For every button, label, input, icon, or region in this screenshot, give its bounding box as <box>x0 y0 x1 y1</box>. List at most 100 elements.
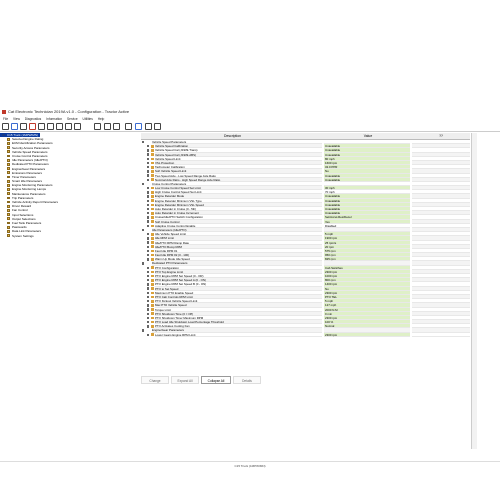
folder-icon <box>7 225 10 229</box>
row-checkbox[interactable] <box>147 258 150 261</box>
wrench-icon[interactable] <box>104 123 111 130</box>
app-logo-icon <box>2 110 6 114</box>
row-checkbox[interactable] <box>147 316 150 320</box>
menu-help[interactable]: Help <box>98 117 105 121</box>
collapse-toggle-icon[interactable] <box>142 182 145 186</box>
print-icon[interactable] <box>2 123 9 130</box>
tools-icon[interactable] <box>113 123 120 130</box>
row-checkbox[interactable] <box>147 174 150 177</box>
flash-icon[interactable] <box>94 123 101 130</box>
collapse-toggle-icon[interactable] <box>142 228 145 232</box>
row-checkbox[interactable] <box>147 203 150 207</box>
menu-view[interactable]: View <box>13 117 20 121</box>
row-checkbox[interactable] <box>147 207 150 211</box>
row-checkbox[interactable] <box>147 308 150 311</box>
change-button[interactable]: Change <box>141 376 169 384</box>
row-checkbox[interactable] <box>147 333 150 336</box>
folder-icon <box>7 175 10 179</box>
menu-utilities[interactable]: Utilities <box>83 117 93 121</box>
details-button[interactable]: Details <box>233 376 261 384</box>
folder-icon <box>7 209 10 212</box>
row-checkbox[interactable] <box>147 191 150 194</box>
row-checkbox[interactable] <box>147 325 150 328</box>
row-checkbox[interactable] <box>147 237 150 240</box>
expand-all-button[interactable]: Expand All <box>171 376 199 384</box>
folder-icon <box>7 158 10 162</box>
ecm-summary-icon[interactable] <box>20 123 27 130</box>
logged-codes-icon[interactable] <box>38 123 45 130</box>
row-checkbox[interactable] <box>147 157 150 161</box>
table-row[interactable]: Lower Gears Engine RPM Limit 2300 rpm <box>141 332 470 337</box>
row-checkbox[interactable] <box>147 291 150 295</box>
parameter-tree: C15 Truck (1MPWIMN) Selected Engine Ratin… <box>0 133 140 453</box>
collapse-all-button[interactable]: Collapse All <box>201 376 231 384</box>
menu-file[interactable]: File <box>3 117 8 121</box>
column-header-extra[interactable]: ?? <box>412 133 470 140</box>
collapse-toggle-icon[interactable] <box>142 329 145 332</box>
row-checkbox[interactable] <box>147 295 150 299</box>
row-description: Lower Gears Engine RPM Limit <box>151 332 322 337</box>
active-codes-icon[interactable] <box>29 123 36 130</box>
row-checkbox[interactable] <box>147 312 150 315</box>
row-checkbox[interactable] <box>147 266 150 269</box>
column-header-value[interactable]: Value <box>324 133 412 140</box>
graph-icon[interactable] <box>65 123 72 130</box>
folder-icon <box>7 200 10 204</box>
menu-information[interactable]: Information <box>46 117 62 121</box>
row-value[interactable]: 2300 rpm <box>324 332 410 337</box>
folder-icon <box>7 163 10 166</box>
row-checkbox[interactable] <box>147 287 150 290</box>
row-checkbox[interactable] <box>147 161 150 165</box>
row-checkbox[interactable] <box>147 300 150 303</box>
row-checkbox[interactable] <box>147 233 150 236</box>
row-checkbox[interactable] <box>147 195 150 198</box>
connect-icon[interactable] <box>11 123 18 130</box>
row-checkbox[interactable] <box>147 170 150 173</box>
data-link-icon[interactable] <box>125 123 132 130</box>
configuration-icon[interactable] <box>56 123 63 130</box>
help-icon[interactable] <box>154 123 161 130</box>
row-checkbox[interactable] <box>147 274 150 278</box>
home-icon[interactable] <box>135 123 142 130</box>
row-checkbox[interactable] <box>147 153 150 156</box>
tree-item[interactable]: System Settings <box>0 234 140 238</box>
row-checkbox[interactable] <box>147 245 150 248</box>
row-checkbox[interactable] <box>147 253 150 257</box>
tree-item-label: System Settings <box>12 233 34 238</box>
row-checkbox[interactable] <box>147 304 150 307</box>
folder-icon <box>7 221 10 225</box>
row-checkbox[interactable] <box>147 279 150 282</box>
row-checkbox[interactable] <box>147 283 150 286</box>
row-checkbox[interactable] <box>147 216 150 219</box>
row-checkbox[interactable] <box>147 186 150 190</box>
folder-icon <box>7 234 10 237</box>
row-checkbox[interactable] <box>147 145 150 148</box>
row-checkbox[interactable] <box>147 249 150 253</box>
truck-icon[interactable] <box>145 123 152 130</box>
row-checkbox[interactable] <box>147 241 150 244</box>
action-tabs: Change Expand All Collapse All Details <box>141 376 291 384</box>
menu-service[interactable]: Service <box>67 117 78 121</box>
status-icon[interactable] <box>47 123 54 130</box>
parameter-grid: Description Value ?? Vehicle Speed Param… <box>141 133 470 449</box>
column-header-description[interactable]: Description <box>141 133 324 140</box>
menu-diagnostics[interactable]: Diagnostics <box>25 117 41 121</box>
folder-icon <box>7 150 10 154</box>
collapse-toggle-icon[interactable] <box>142 262 145 265</box>
row-checkbox[interactable] <box>147 224 150 228</box>
row-checkbox[interactable] <box>147 220 150 223</box>
row-checkbox[interactable] <box>147 178 150 181</box>
row-checkbox[interactable] <box>147 320 150 324</box>
row-checkbox[interactable] <box>147 199 150 202</box>
row-checkbox[interactable] <box>147 212 150 215</box>
row-extra <box>412 332 470 337</box>
row-checkbox[interactable] <box>147 166 150 169</box>
vertical-scrollbar[interactable] <box>471 133 477 449</box>
status-bar: C15 Truck (1MPWIMN) <box>0 461 500 469</box>
settings-icon[interactable] <box>74 123 81 130</box>
row-checkbox[interactable] <box>147 270 150 274</box>
folder-icon <box>7 213 10 217</box>
title-bar: Cat Electronic Technician 2019A v1.0 - C… <box>0 108 500 116</box>
row-checkbox[interactable] <box>147 149 150 152</box>
collapse-toggle-icon[interactable] <box>142 140 145 144</box>
